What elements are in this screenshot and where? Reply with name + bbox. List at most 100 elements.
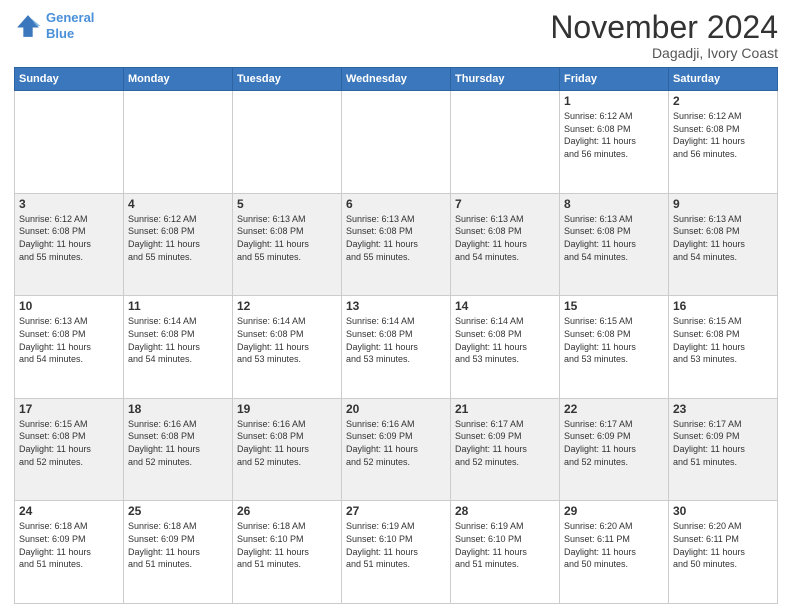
day-cell [15,91,124,194]
day-number: 5 [237,197,337,211]
day-number: 25 [128,504,228,518]
day-info: Sunrise: 6:15 AMSunset: 6:08 PMDaylight:… [19,418,119,468]
day-info: Sunrise: 6:18 AMSunset: 6:09 PMDaylight:… [128,520,228,570]
day-cell: 19Sunrise: 6:16 AMSunset: 6:08 PMDayligh… [233,398,342,501]
day-number: 28 [455,504,555,518]
day-cell: 25 Sunrise: 6:18 AMSunset: 6:09 PMDayligh… [124,501,233,604]
day-number: 13 [346,299,446,313]
day-info: Sunrise: 6:14 AMSunset: 6:08 PMDaylight:… [128,315,228,365]
day-cell [451,91,560,194]
day-info: Sunrise: 6:18 AMSunset: 6:10 PMDaylight:… [237,520,337,570]
page: General Blue November 2024 Dagadji, Ivor… [0,0,792,612]
day-info: Sunrise: 6:19 AMSunset: 6:10 PMDaylight:… [455,520,555,570]
week-row-3: 17Sunrise: 6:15 AMSunset: 6:08 PMDayligh… [15,398,778,501]
day-cell: 7 Sunrise: 6:13 AMSunset: 6:08 PMDaylight… [451,193,560,296]
day-info: Sunrise: 6:12 AMSunset: 6:08 PMDaylight:… [673,110,773,160]
day-cell: 12Sunrise: 6:14 AMSunset: 6:08 PMDayligh… [233,296,342,399]
day-cell: 16 Sunrise: 6:15 AMSunset: 6:08 PMDayligh… [669,296,778,399]
day-number: 27 [346,504,446,518]
day-number: 14 [455,299,555,313]
day-number: 16 [673,299,773,313]
day-cell: 26 Sunrise: 6:18 AMSunset: 6:10 PMDayligh… [233,501,342,604]
day-number: 21 [455,402,555,416]
day-cell: 23 Sunrise: 6:17 AMSunset: 6:09 PMDayligh… [669,398,778,501]
day-cell: 29Sunrise: 6:20 AMSunset: 6:11 PMDayligh… [560,501,669,604]
col-header-monday: Monday [124,68,233,91]
day-cell: 27Sunrise: 6:19 AMSunset: 6:10 PMDayligh… [342,501,451,604]
day-cell: 6Sunrise: 6:13 AMSunset: 6:08 PMDaylight… [342,193,451,296]
col-header-thursday: Thursday [451,68,560,91]
day-cell: 15Sunrise: 6:15 AMSunset: 6:08 PMDayligh… [560,296,669,399]
day-cell: 1 Sunrise: 6:12 AMSunset: 6:08 PMDaylight… [560,91,669,194]
day-info: Sunrise: 6:13 AMSunset: 6:08 PMDaylight:… [455,213,555,263]
day-number: 6 [346,197,446,211]
day-number: 10 [19,299,119,313]
day-info: Sunrise: 6:20 AMSunset: 6:11 PMDaylight:… [564,520,664,570]
day-number: 2 [673,94,773,108]
page-title: November 2024 [550,10,778,45]
logo-text: General Blue [46,10,94,41]
day-cell: 4 Sunrise: 6:12 AMSunset: 6:08 PMDaylight… [124,193,233,296]
day-cell: 17Sunrise: 6:15 AMSunset: 6:08 PMDayligh… [15,398,124,501]
calendar-header: SundayMondayTuesdayWednesdayThursdayFrid… [15,68,778,91]
header: General Blue November 2024 Dagadji, Ivor… [14,10,778,61]
day-info: Sunrise: 6:12 AMSunset: 6:08 PMDaylight:… [564,110,664,160]
week-row-1: 3Sunrise: 6:12 AMSunset: 6:08 PMDaylight… [15,193,778,296]
day-cell: 2 Sunrise: 6:12 AMSunset: 6:08 PMDaylight… [669,91,778,194]
col-header-wednesday: Wednesday [342,68,451,91]
day-cell: 22 Sunrise: 6:17 AMSunset: 6:09 PMDayligh… [560,398,669,501]
day-info: Sunrise: 6:12 AMSunset: 6:08 PMDaylight:… [19,213,119,263]
day-info: Sunrise: 6:13 AMSunset: 6:08 PMDaylight:… [19,315,119,365]
day-cell: 18Sunrise: 6:16 AMSunset: 6:08 PMDayligh… [124,398,233,501]
day-info: Sunrise: 6:15 AMSunset: 6:08 PMDaylight:… [673,315,773,365]
week-row-0: 1 Sunrise: 6:12 AMSunset: 6:08 PMDaylight… [15,91,778,194]
logo-line2: Blue [46,26,74,41]
col-header-saturday: Saturday [669,68,778,91]
day-cell [342,91,451,194]
day-number: 18 [128,402,228,416]
week-row-2: 10 Sunrise: 6:13 AMSunset: 6:08 PMDayligh… [15,296,778,399]
day-number: 9 [673,197,773,211]
day-number: 7 [455,197,555,211]
day-number: 26 [237,504,337,518]
day-number: 4 [128,197,228,211]
day-number: 19 [237,402,337,416]
day-cell: 3Sunrise: 6:12 AMSunset: 6:08 PMDaylight… [15,193,124,296]
day-cell: 13 Sunrise: 6:14 AMSunset: 6:08 PMDayligh… [342,296,451,399]
col-header-friday: Friday [560,68,669,91]
day-cell: 9 Sunrise: 6:13 AMSunset: 6:08 PMDaylight… [669,193,778,296]
day-cell: 20Sunrise: 6:16 AMSunset: 6:09 PMDayligh… [342,398,451,501]
col-header-sunday: Sunday [15,68,124,91]
day-number: 22 [564,402,664,416]
day-info: Sunrise: 6:14 AMSunset: 6:08 PMDaylight:… [346,315,446,365]
title-block: November 2024 Dagadji, Ivory Coast [550,10,778,61]
day-cell: 14Sunrise: 6:14 AMSunset: 6:08 PMDayligh… [451,296,560,399]
logo: General Blue [14,10,94,41]
day-info: Sunrise: 6:17 AMSunset: 6:09 PMDaylight:… [455,418,555,468]
day-cell: 10 Sunrise: 6:13 AMSunset: 6:08 PMDayligh… [15,296,124,399]
day-info: Sunrise: 6:17 AMSunset: 6:09 PMDaylight:… [673,418,773,468]
day-info: Sunrise: 6:18 AMSunset: 6:09 PMDaylight:… [19,520,119,570]
day-number: 8 [564,197,664,211]
day-info: Sunrise: 6:13 AMSunset: 6:08 PMDaylight:… [673,213,773,263]
day-number: 1 [564,94,664,108]
day-cell: 30Sunrise: 6:20 AMSunset: 6:11 PMDayligh… [669,501,778,604]
day-number: 23 [673,402,773,416]
header-row: SundayMondayTuesdayWednesdayThursdayFrid… [15,68,778,91]
day-number: 15 [564,299,664,313]
day-number: 12 [237,299,337,313]
day-info: Sunrise: 6:12 AMSunset: 6:08 PMDaylight:… [128,213,228,263]
day-info: Sunrise: 6:13 AMSunset: 6:08 PMDaylight:… [564,213,664,263]
day-number: 30 [673,504,773,518]
day-number: 11 [128,299,228,313]
day-cell [124,91,233,194]
day-cell: 8 Sunrise: 6:13 AMSunset: 6:08 PMDaylight… [560,193,669,296]
day-cell: 5Sunrise: 6:13 AMSunset: 6:08 PMDaylight… [233,193,342,296]
day-cell: 11 Sunrise: 6:14 AMSunset: 6:08 PMDayligh… [124,296,233,399]
day-number: 24 [19,504,119,518]
day-info: Sunrise: 6:16 AMSunset: 6:09 PMDaylight:… [346,418,446,468]
day-cell [233,91,342,194]
day-info: Sunrise: 6:17 AMSunset: 6:09 PMDaylight:… [564,418,664,468]
day-cell: 24 Sunrise: 6:18 AMSunset: 6:09 PMDayligh… [15,501,124,604]
day-cell: 21 Sunrise: 6:17 AMSunset: 6:09 PMDayligh… [451,398,560,501]
